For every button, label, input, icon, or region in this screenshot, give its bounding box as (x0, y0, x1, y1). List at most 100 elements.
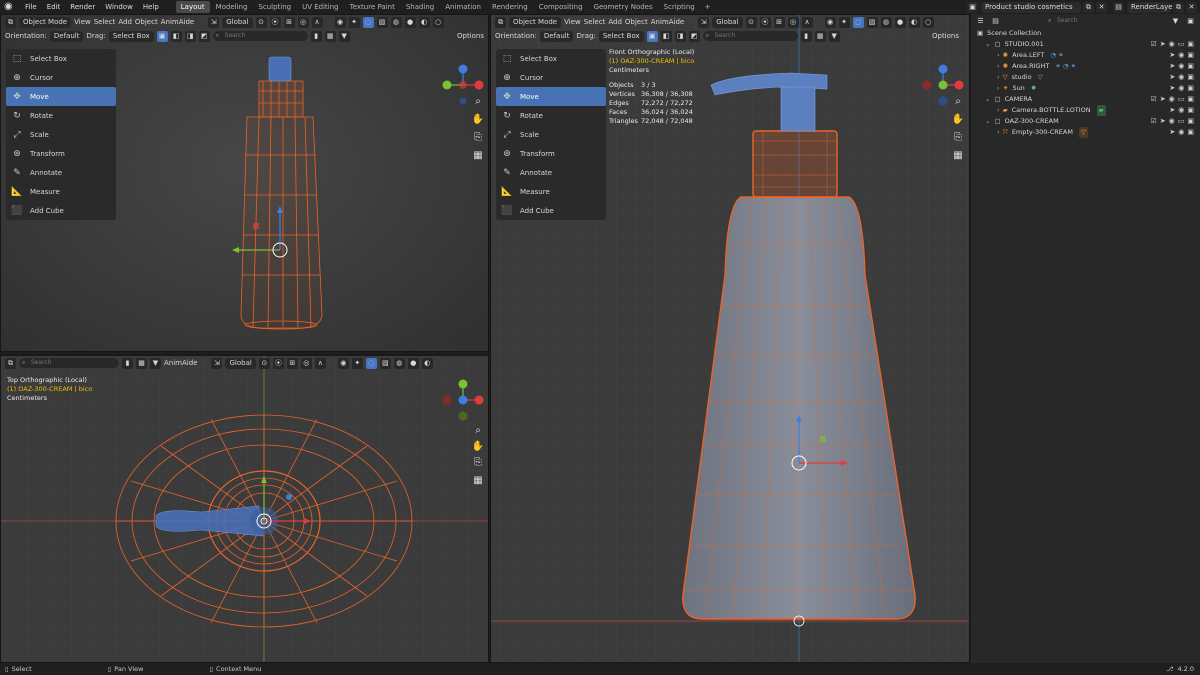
copy-layer-icon[interactable]: ⧉ (1173, 1, 1184, 13)
eye-icon[interactable]: ◉ (1178, 127, 1184, 138)
select-arrow-icon[interactable]: ➤ (1160, 94, 1166, 105)
close-layer-icon[interactable]: ✕ (1186, 1, 1197, 13)
visibility-toggles[interactable]: ➤ ◉ ▣ (1169, 61, 1194, 72)
viewport-front-ortho[interactable]: ⧉ Object Mode View Select Add Object Ani… (490, 14, 970, 663)
checkbox-icon[interactable]: ☑ (1150, 39, 1156, 50)
tree-root[interactable]: ▣ Scene Collection (971, 28, 1200, 39)
chevron-down-icon[interactable]: ⌄ (985, 116, 990, 127)
eye-icon[interactable]: ◉ (1169, 116, 1175, 127)
eye-icon[interactable]: ◉ (1169, 94, 1175, 105)
view-layer-icon[interactable]: ▤ (1113, 1, 1124, 13)
render-camera-icon[interactable]: ▣ (1187, 127, 1194, 138)
display-mode-icon[interactable]: ▤ (990, 15, 1001, 27)
visibility-toggles[interactable]: ☑ ➤ ◉ ▭ ▣ (1150, 39, 1194, 50)
eye-icon[interactable]: ◉ (1178, 83, 1184, 94)
tree-item-studio-mesh[interactable]: › ▽ studio ▽ ➤ ◉ ▣ (971, 72, 1200, 83)
pan-hand-icon-2[interactable]: ✋ (471, 440, 485, 454)
menu-edit[interactable]: Edit (42, 0, 66, 14)
ortho-grid-icon[interactable]: ▦ (471, 149, 485, 163)
render-camera-icon[interactable]: ▣ (1187, 50, 1194, 61)
pan-hand-icon[interactable]: ✋ (471, 113, 485, 127)
checkbox-icon[interactable]: ☑ (1150, 116, 1156, 127)
select-arrow-icon[interactable]: ➤ (1169, 83, 1175, 94)
scene-selector[interactable]: Product studio cosmetics (981, 1, 1081, 13)
visibility-toggles[interactable]: ☑ ➤ ◉ ▭ ▣ (1150, 116, 1194, 127)
render-camera-icon[interactable]: ▣ (1187, 83, 1194, 94)
tab-sculpting[interactable]: Sculpting (253, 1, 296, 13)
render-camera-icon[interactable]: ▣ (1187, 72, 1194, 83)
visibility-toggles[interactable]: ➤ ◉ ▣ (1169, 50, 1194, 61)
ortho-grid-icon-3[interactable]: ▦ (951, 149, 965, 163)
camera-view-icon[interactable]: ⎘ (471, 131, 485, 145)
monitor-icon[interactable]: ▭ (1178, 116, 1185, 127)
tree-item-sun[interactable]: › ☀ Sun ✹ ➤ ◉ ▣ (971, 83, 1200, 94)
outliner-search-input[interactable]: Search (1045, 16, 1145, 26)
visibility-toggles[interactable]: ☑ ➤ ◉ ▭ ▣ (1150, 94, 1194, 105)
checkbox-icon[interactable]: ☑ (1150, 94, 1156, 105)
chevron-right-icon[interactable]: › (997, 72, 1000, 83)
zoom-icon-3[interactable]: ⌕ (951, 95, 965, 109)
render-camera-icon[interactable]: ▣ (1187, 105, 1194, 116)
close-icon[interactable]: ✕ (1096, 1, 1107, 13)
chevron-right-icon[interactable]: › (997, 61, 1000, 72)
pan-hand-icon-3[interactable]: ✋ (951, 113, 965, 127)
tree-item-camera-bottle[interactable]: › ▰ Camera.BOTTLE.LOTION ▰ ➤ ◉ ▣ (971, 105, 1200, 116)
eye-icon[interactable]: ◉ (1178, 61, 1184, 72)
chevron-right-icon[interactable]: › (997, 127, 1000, 138)
select-arrow-icon[interactable]: ➤ (1160, 39, 1166, 50)
render-camera-icon[interactable]: ▣ (1187, 39, 1194, 50)
outliner-filter-icon[interactable]: ▼ (1170, 15, 1181, 27)
tree-item-camera[interactable]: ⌄ ▢ CAMERA ☑ ➤ ◉ ▭ ▣ (971, 94, 1200, 105)
tab-modeling[interactable]: Modeling (211, 1, 253, 13)
monitor-icon[interactable]: ▭ (1178, 94, 1185, 105)
tab-scripting[interactable]: Scripting (659, 1, 700, 13)
tab-rendering[interactable]: Rendering (487, 1, 533, 13)
tab-layout[interactable]: Layout (175, 1, 210, 13)
tree-item-area-left[interactable]: › ✺ Area.LEFT ◔ ⚭ ➤ ◉ ▣ (971, 50, 1200, 61)
bottle-wireframe-top[interactable] (1, 356, 489, 663)
camera-view-icon-3[interactable]: ⎘ (951, 131, 965, 145)
eye-icon[interactable]: ◉ (1178, 72, 1184, 83)
render-camera-icon[interactable]: ▣ (1187, 61, 1194, 72)
chevron-right-icon[interactable]: › (997, 50, 1000, 61)
zoom-icon-2[interactable]: ⌕ (471, 424, 485, 438)
select-arrow-icon[interactable]: ➤ (1160, 116, 1166, 127)
viewport-top-ortho[interactable]: ⧉ Search ▮ ▦ ▼ AnimAide ⇲ Global ⊙ ⦿ ⊞ ◎… (0, 355, 489, 663)
menu-file[interactable]: File (20, 0, 42, 14)
viewport-perspective[interactable]: ⧉ Object Mode View Select Add Object Ani… (0, 14, 489, 352)
visibility-toggles[interactable]: ➤ ◉ ▣ (1169, 83, 1194, 94)
ortho-grid-icon-2[interactable]: ▦ (471, 474, 485, 488)
tab-uv-editing[interactable]: UV Editing (297, 1, 344, 13)
navigation-gizmo-2[interactable] (439, 376, 487, 426)
blender-logo-icon[interactable]: ◉ (4, 1, 16, 13)
chevron-down-icon[interactable]: ⌄ (985, 39, 990, 50)
eye-icon[interactable]: ◉ (1178, 105, 1184, 116)
menu-window[interactable]: Window (100, 0, 138, 14)
tree-item-studio[interactable]: ⌄ ▢ STUDIO.001 ☑ ➤ ◉ ▭ ▣ (971, 39, 1200, 50)
render-camera-icon[interactable]: ▣ (1187, 94, 1194, 105)
chevron-right-icon[interactable]: › (997, 83, 1000, 94)
menu-help[interactable]: Help (138, 0, 164, 14)
bottle-wireframe-front[interactable] (491, 15, 970, 663)
view-layer-selector[interactable]: RenderLayer (1127, 1, 1175, 13)
scene-icon[interactable]: ▣ (967, 1, 978, 13)
tab-animation[interactable]: Animation (440, 1, 486, 13)
outliner-editor-icon[interactable]: ☰ (975, 15, 986, 27)
tab-compositing[interactable]: Compositing (534, 1, 588, 13)
select-arrow-icon[interactable]: ➤ (1169, 127, 1175, 138)
chevron-down-icon[interactable]: ⌄ (985, 94, 990, 105)
visibility-toggles[interactable]: ➤ ◉ ▣ (1169, 127, 1194, 138)
tree-item-empty[interactable]: › ⤧ Empty-300-CREAM ▽ ➤ ◉ ▣ (971, 127, 1200, 138)
eye-icon[interactable]: ◉ (1178, 50, 1184, 61)
bottle-wireframe-perspective[interactable] (1, 15, 489, 352)
camera-view-icon-2[interactable]: ⎘ (471, 456, 485, 470)
add-workspace-button[interactable]: + (701, 3, 715, 11)
monitor-icon[interactable]: ▭ (1178, 39, 1185, 50)
tab-texture-paint[interactable]: Texture Paint (345, 1, 400, 13)
zoom-icon[interactable]: ⌕ (471, 95, 485, 109)
select-arrow-icon[interactable]: ➤ (1169, 105, 1175, 116)
select-arrow-icon[interactable]: ➤ (1169, 61, 1175, 72)
tree-item-area-right[interactable]: › ✺ Area.RIGHT ⚭ ◔ ⚭ ➤ ◉ ▣ (971, 61, 1200, 72)
tree-item-oaz[interactable]: ⌄ ▢ OAZ-300-CREAM ☑ ➤ ◉ ▭ ▣ (971, 116, 1200, 127)
new-collection-icon[interactable]: ▣ (1185, 15, 1196, 27)
